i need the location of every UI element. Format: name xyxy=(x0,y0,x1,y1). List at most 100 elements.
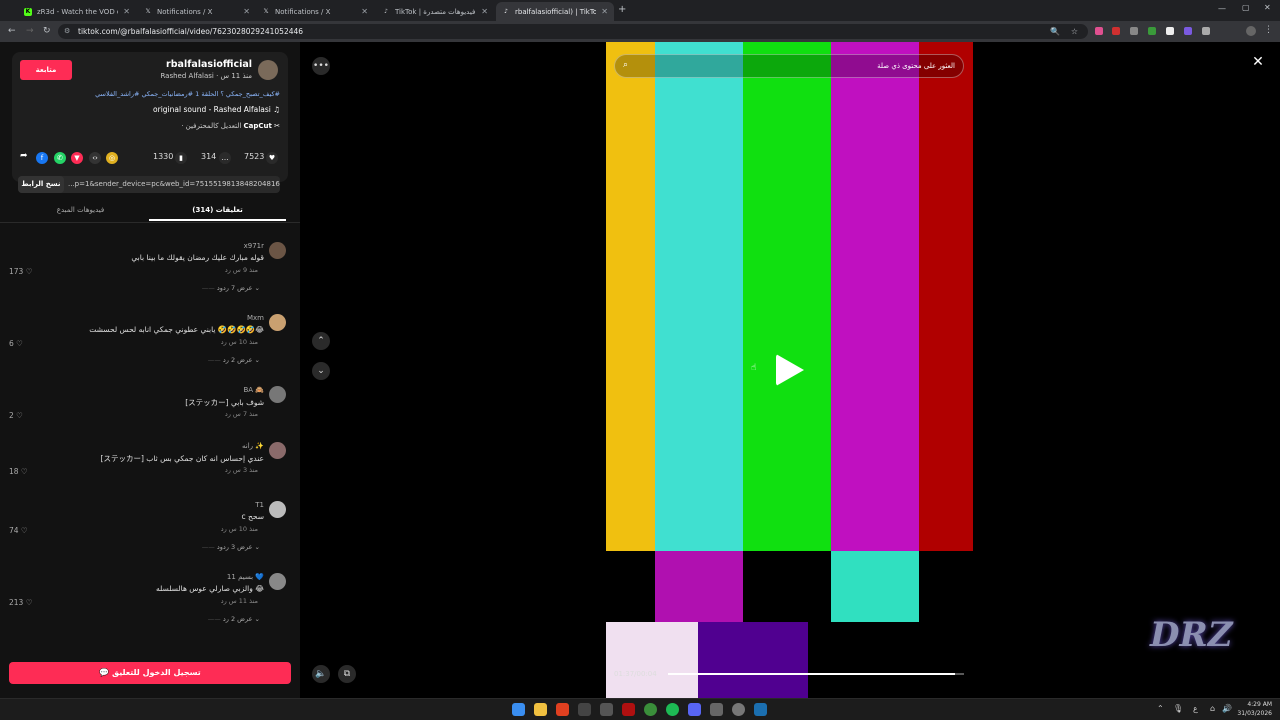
close-icon[interactable]: ✕ xyxy=(123,7,130,16)
discord-icon[interactable] xyxy=(688,703,701,716)
close-icon[interactable]: ✕ xyxy=(243,7,250,16)
comment-icon[interactable]: … xyxy=(219,152,231,164)
comment-like-count[interactable]: 2 ♡ xyxy=(9,411,23,420)
browser-tab[interactable]: 𝕏 Notifications / X ✕ xyxy=(256,2,374,21)
comment-like-count[interactable]: 173 ♡ xyxy=(9,267,32,276)
file-explorer-icon[interactable] xyxy=(534,703,547,716)
obs-icon[interactable] xyxy=(732,703,745,716)
extension-icon[interactable] xyxy=(1166,27,1174,35)
commenter-name[interactable]: x971r xyxy=(244,242,264,250)
tab-creator-videos[interactable]: فيديوهات المبدع xyxy=(12,206,149,214)
commenter-name[interactable]: رانه ✨ xyxy=(242,442,264,450)
extensions-puzzle-icon[interactable] xyxy=(1202,27,1210,35)
browser-tab[interactable]: ♪ TikTok | شاهد فيديوهات متصدرة ✕ xyxy=(376,2,494,21)
creator-avatar[interactable] xyxy=(258,60,278,80)
reload-icon[interactable]: ↻ xyxy=(43,26,51,36)
video-progress-track[interactable] xyxy=(668,673,964,675)
minimize-button[interactable]: — xyxy=(1218,4,1226,13)
commenter-name[interactable]: بسيم 11 💙 xyxy=(227,573,264,581)
coin-icon[interactable]: ◎ xyxy=(106,152,118,164)
browser-tab[interactable]: 𝕏 Notifications / X ✕ xyxy=(138,2,256,21)
close-icon[interactable]: ✕ xyxy=(601,7,608,16)
next-video-button[interactable]: ⌄ xyxy=(312,362,330,380)
whatsapp-icon[interactable]: ✆ xyxy=(54,152,66,164)
extension-icon[interactable] xyxy=(1095,27,1103,35)
miniplayer-button[interactable]: ⧉ xyxy=(338,665,356,683)
login-to-comment-button[interactable]: 💬 تسجيل الدخول للتعليق xyxy=(9,662,291,684)
extension-icon[interactable] xyxy=(1130,27,1138,35)
embed-icon[interactable]: ‹› xyxy=(89,152,101,164)
commenter-avatar[interactable] xyxy=(269,386,286,403)
play-icon[interactable] xyxy=(776,354,804,386)
network-icon[interactable]: ⌂ xyxy=(1210,704,1215,713)
tray-chevron-icon[interactable]: ⌃ xyxy=(1157,704,1164,713)
language-icon[interactable]: ع xyxy=(1193,704,1198,713)
comment-meta[interactable]: منذ 10 س رد xyxy=(221,338,258,346)
comment-like-count[interactable]: 213 ♡ xyxy=(9,598,32,607)
comment-like-count[interactable]: 74 ♡ xyxy=(9,526,28,535)
address-bar[interactable]: ⚙ tiktok.com/@rbalfalasiofficial/video/7… xyxy=(58,24,1088,39)
comment-meta[interactable]: منذ 10 س رد xyxy=(221,525,258,533)
facebook-icon[interactable]: f xyxy=(36,152,48,164)
mic-icon[interactable]: 🎙 xyxy=(1173,704,1183,713)
comment-meta[interactable]: منذ 11 س رد xyxy=(221,597,258,605)
commenter-avatar[interactable] xyxy=(269,573,286,590)
back-icon[interactable]: ← xyxy=(8,26,16,36)
menu-icon[interactable]: ⋮ xyxy=(1264,25,1273,35)
more-options-button[interactable]: ••• xyxy=(312,57,330,75)
browser-tab-active[interactable]: ♪ rbalfalasiofficial) | TikTok@) ✕ xyxy=(496,2,614,21)
comment-meta[interactable]: منذ 9 س رد xyxy=(225,266,258,274)
close-icon[interactable]: ✕ xyxy=(481,7,488,16)
bookmark-star-icon[interactable]: ☆ xyxy=(1071,24,1078,39)
close-video-button[interactable]: ✕ xyxy=(1248,54,1268,74)
clock-time[interactable]: 4:29 AM xyxy=(1238,701,1272,708)
view-replies-button[interactable]: —— عرض 7 ردود ⌄ xyxy=(202,284,260,292)
extension-icon[interactable] xyxy=(1148,27,1156,35)
bookmark-icon[interactable]: ▮ xyxy=(175,152,187,164)
app-icon[interactable] xyxy=(622,703,635,716)
extension-icon[interactable] xyxy=(1184,27,1192,35)
sound-row[interactable]: original sound - Rashed Alfalasi ♫ xyxy=(153,105,280,114)
heart-icon[interactable]: ♥ xyxy=(266,152,278,164)
close-icon[interactable]: ✕ xyxy=(361,7,368,16)
creator-username[interactable]: rbalfalasiofficial xyxy=(166,59,252,70)
commenter-name[interactable]: T1 xyxy=(255,501,264,509)
maximize-button[interactable]: ▢ xyxy=(1242,3,1250,12)
share-arrow-icon[interactable]: ➦ xyxy=(20,151,28,161)
comment-like-count[interactable]: 18 ♡ xyxy=(9,467,28,476)
volume-button[interactable]: 🔈 xyxy=(312,665,330,683)
copy-link-button[interactable]: نسخ الرابط xyxy=(18,176,64,193)
browser-tab[interactable]: K zR3d - Watch the VOD on Kick ✕ xyxy=(18,2,136,21)
comment-meta[interactable]: منذ 7 س رد xyxy=(225,410,258,418)
site-info-icon[interactable]: ⚙ xyxy=(64,24,70,39)
new-tab-button[interactable]: + xyxy=(618,4,626,15)
commenter-avatar[interactable] xyxy=(269,442,286,459)
previous-video-button[interactable]: ⌃ xyxy=(312,332,330,350)
zoom-icon[interactable]: 🔍 xyxy=(1050,24,1060,39)
spotify-icon[interactable] xyxy=(666,703,679,716)
comment-meta[interactable]: منذ 3 س رد xyxy=(225,466,258,474)
app-icon[interactable] xyxy=(600,703,613,716)
steam-icon[interactable] xyxy=(754,703,767,716)
app-icon[interactable] xyxy=(578,703,591,716)
commenter-avatar[interactable] xyxy=(269,501,286,518)
chrome-icon[interactable] xyxy=(644,703,657,716)
commenter-avatar[interactable] xyxy=(269,314,286,331)
clock-date[interactable]: 31/03/2026 xyxy=(1236,710,1272,717)
forward-icon[interactable]: → xyxy=(26,26,34,36)
video-caption[interactable]: #كيف_تصبح_جمكي ؟ الحلقة 1 #رمضانيات_جمكي… xyxy=(95,90,280,98)
close-window-button[interactable]: ✕ xyxy=(1264,3,1271,12)
extension-icon[interactable] xyxy=(1112,27,1120,35)
app-icon[interactable] xyxy=(710,703,723,716)
tab-comments[interactable]: تعليقات (314) xyxy=(149,206,286,214)
repost-icon[interactable]: ▼ xyxy=(71,152,83,164)
commenter-avatar[interactable] xyxy=(269,242,286,259)
comment-like-count[interactable]: 6 ♡ xyxy=(9,339,23,348)
brave-icon[interactable] xyxy=(556,703,569,716)
view-replies-button[interactable]: —— عرض 2 رد ⌄ xyxy=(208,356,260,364)
follow-button[interactable]: متابعة xyxy=(20,60,72,80)
commenter-name[interactable]: BA 🙈 xyxy=(243,386,264,394)
view-replies-button[interactable]: —— عرض 2 رد ⌄ xyxy=(208,615,260,623)
capcut-row[interactable]: · التعديل كالمحترفين CapCut ✂ xyxy=(181,122,280,130)
search-icon[interactable]: ⌕ xyxy=(623,60,628,70)
